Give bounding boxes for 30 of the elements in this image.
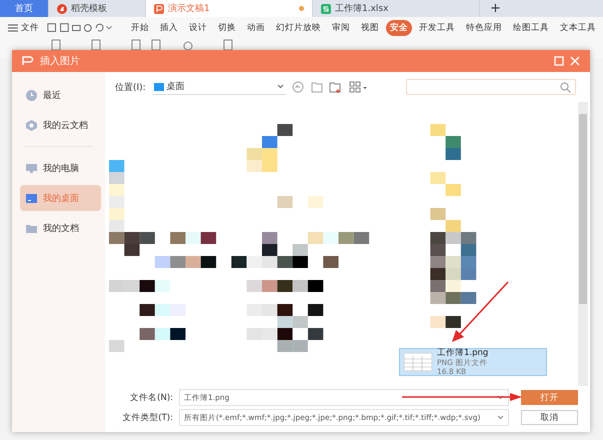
menu-item[interactable]: 开始 bbox=[127, 20, 153, 36]
tab-label: 演示文稿1 bbox=[168, 2, 210, 15]
menu-item[interactable]: 文本工具 bbox=[556, 20, 600, 36]
menu-item[interactable]: 插入 bbox=[156, 20, 182, 36]
new-tab-button[interactable]: + bbox=[480, 0, 511, 17]
menu-item[interactable]: 切换 bbox=[214, 20, 240, 36]
app-tab[interactable]: 首页 bbox=[0, 0, 49, 17]
cancel-button[interactable]: 取消 bbox=[521, 410, 578, 425]
file-type-label: 文件类型(T): bbox=[121, 412, 173, 424]
sidebar-item[interactable]: 我的文档 bbox=[20, 215, 101, 241]
location-dropdown[interactable]: 桌面 bbox=[152, 79, 286, 95]
menu-item[interactable]: 视图 bbox=[357, 20, 383, 36]
sidebar-item[interactable]: 我的云文档 bbox=[20, 112, 101, 138]
menu-item[interactable]: 动画 bbox=[243, 20, 269, 36]
file-name: 工作簿1.png bbox=[437, 348, 488, 358]
tab-label: 稻壳模板 bbox=[71, 2, 107, 15]
menu-item[interactable]: 开发工具 bbox=[415, 20, 459, 36]
menu-item[interactable]: 设计 bbox=[185, 20, 211, 36]
filename-label: 文件名(N): bbox=[129, 392, 173, 404]
tab-label: 工作簿1.xlsx bbox=[335, 2, 388, 15]
file-menu[interactable]: 文件 bbox=[8, 22, 39, 34]
menu-item[interactable]: 审阅 bbox=[328, 20, 354, 36]
sidebar-item[interactable]: 我的电脑 bbox=[20, 155, 101, 181]
menu-item[interactable]: 绘图工具 bbox=[509, 20, 553, 36]
menu-item[interactable]: 幻灯片放映 bbox=[272, 20, 325, 36]
location-label: 位置(I): bbox=[115, 82, 146, 94]
sidebar-item[interactable]: 最近 bbox=[20, 82, 101, 108]
menu-item[interactable]: 特色应用 bbox=[462, 20, 506, 36]
dialog-title: 插入图片 bbox=[40, 54, 80, 68]
tab-label: 首页 bbox=[15, 2, 33, 15]
